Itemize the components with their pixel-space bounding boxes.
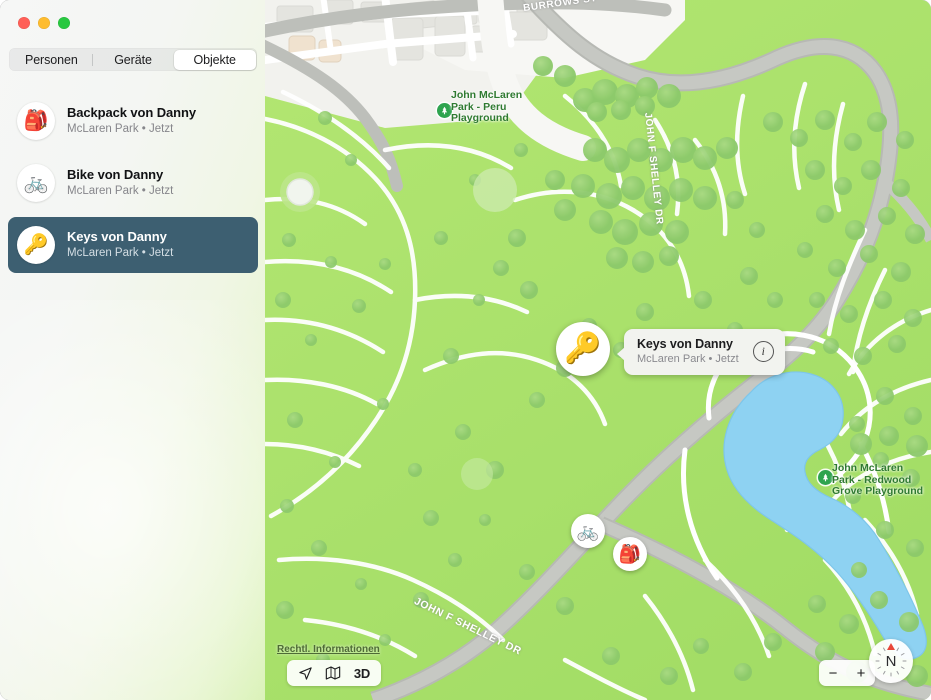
compass-north-needle bbox=[887, 643, 895, 650]
sidebar-tab-bar: Personen Geräte Objekte bbox=[9, 48, 257, 71]
tree-glyph bbox=[822, 473, 829, 482]
map-callout-keys[interactable]: Keys von Danny McLaren Park • Jetzt i bbox=[617, 329, 785, 375]
key-marker-glyph: 🔑 bbox=[564, 332, 602, 365]
bicycle-marker-glyph: 🚲 bbox=[576, 521, 600, 541]
bicycle-glyph: 🚲 bbox=[23, 172, 49, 194]
key-glyph: 🔑 bbox=[23, 234, 49, 256]
legal-info-link[interactable]: Rechtl. Informationen bbox=[277, 644, 380, 655]
bicycle-icon: 🚲 bbox=[17, 164, 55, 202]
backpack-glyph: 🎒 bbox=[23, 110, 49, 132]
map-icon bbox=[325, 666, 341, 680]
tab-geraete-label: Geräte bbox=[114, 52, 152, 67]
tree-glyph bbox=[441, 106, 448, 115]
tab-geraete[interactable]: Geräte bbox=[92, 50, 174, 70]
list-item-keys[interactable]: 🔑 Keys von Danny McLaren Park • Jetzt bbox=[8, 217, 258, 273]
tab-objekte[interactable]: Objekte bbox=[173, 49, 256, 70]
zoom-in-button[interactable]: + bbox=[857, 665, 866, 682]
sidebar-vibrancy-sheen bbox=[0, 300, 265, 700]
list-item-title: Bike von Danny bbox=[67, 167, 164, 182]
zoom-button[interactable] bbox=[58, 17, 70, 29]
callout-subtitle: McLaren Park • Jetzt bbox=[637, 353, 739, 365]
backpack-marker-glyph: 🎒 bbox=[618, 544, 642, 564]
app-window: Personen Geräte Objekte 🎒 Backpack von D… bbox=[0, 0, 931, 700]
park-pin-icon[interactable] bbox=[818, 470, 833, 485]
callout-title: Keys von Danny bbox=[637, 337, 733, 351]
tab-objekte-label: Objekte bbox=[193, 52, 236, 67]
tab-personen-label: Personen bbox=[24, 52, 78, 67]
three-d-label: 3D bbox=[353, 665, 371, 681]
window-traffic-lights bbox=[18, 17, 70, 29]
callout-text: Keys von Danny McLaren Park • Jetzt bbox=[637, 336, 739, 367]
map-type-button[interactable] bbox=[319, 660, 347, 686]
tab-personen[interactable]: Personen bbox=[11, 50, 93, 70]
backpack-icon: 🎒 bbox=[17, 102, 55, 140]
list-item-text: Keys von Danny McLaren Park • Jetzt bbox=[67, 229, 173, 261]
map-canvas[interactable]: BURROWS ST JOHN F SHELLEY DR JOHN F SHEL… bbox=[265, 0, 931, 700]
list-item-bike[interactable]: 🚲 Bike von Danny McLaren Park • Jetzt bbox=[8, 155, 258, 211]
key-icon: 🔑 bbox=[17, 226, 55, 264]
backpack-marker[interactable]: 🎒 bbox=[613, 537, 647, 571]
locate-button[interactable] bbox=[291, 660, 319, 686]
list-item-subtitle: McLaren Park • Jetzt bbox=[67, 185, 174, 197]
minimize-button[interactable] bbox=[38, 17, 50, 29]
list-item-title: Backpack von Danny bbox=[67, 105, 196, 120]
park-pin-icon[interactable] bbox=[437, 103, 452, 118]
info-button[interactable]: i bbox=[752, 341, 774, 362]
locate-arrow-icon bbox=[298, 666, 312, 680]
sidebar: Personen Geräte Objekte 🎒 Backpack von D… bbox=[0, 0, 265, 700]
list-item-subtitle: McLaren Park • Jetzt bbox=[67, 123, 174, 135]
three-d-button[interactable]: 3D bbox=[347, 660, 377, 686]
list-item-text: Backpack von Danny McLaren Park • Jetzt bbox=[67, 105, 196, 137]
map-toolbar: 3D bbox=[287, 660, 381, 686]
list-item-subtitle: McLaren Park • Jetzt bbox=[67, 247, 174, 259]
bicycle-marker[interactable]: 🚲 bbox=[571, 514, 605, 548]
key-marker[interactable]: 🔑 bbox=[556, 322, 610, 376]
zoom-out-button[interactable]: − bbox=[829, 665, 838, 682]
compass-control[interactable]: N bbox=[869, 639, 913, 683]
zoom-controls: − + bbox=[819, 660, 875, 686]
close-button[interactable] bbox=[18, 17, 30, 29]
list-item-title: Keys von Danny bbox=[67, 229, 167, 244]
info-icon: i bbox=[761, 345, 765, 358]
list-item-text: Bike von Danny McLaren Park • Jetzt bbox=[67, 167, 173, 199]
object-list: 🎒 Backpack von Danny McLaren Park • Jetz… bbox=[8, 93, 258, 279]
list-item-backpack[interactable]: 🎒 Backpack von Danny McLaren Park • Jetz… bbox=[8, 93, 258, 149]
